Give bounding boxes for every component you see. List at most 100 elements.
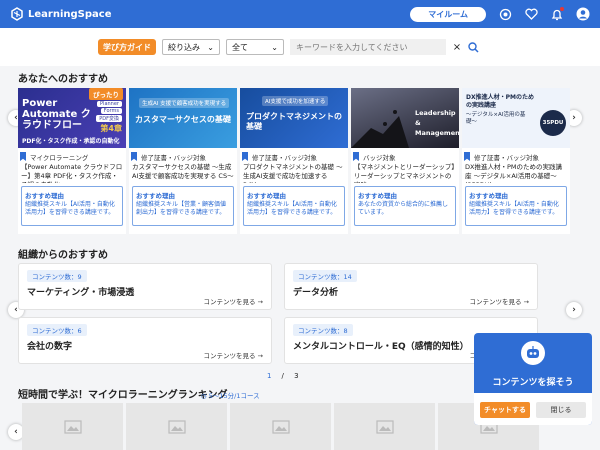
- page-current[interactable]: 1: [267, 372, 271, 380]
- reason-text: 組織推奨スキル【AI活用・自動化活用力】を習得できる講座です。: [469, 201, 559, 216]
- ranking-title: 短時間で学ぶ！マイクロラーニングランキング: [18, 390, 228, 401]
- image-placeholder-icon: [167, 419, 186, 434]
- thumb-subtitle: PDF化・タスク作成・承認の自動化: [22, 138, 120, 145]
- close-chat-button[interactable]: 閉じる: [536, 402, 586, 418]
- chat-assistant-panel: コンテンツを探そう チャットする 閉じる: [474, 333, 592, 425]
- bookmark-icon[interactable]: [131, 152, 137, 161]
- org-next-button[interactable]: ›: [566, 302, 582, 318]
- search-icon[interactable]: [468, 41, 479, 53]
- course-card[interactable]: DX推進人材・PMのための実践講座 〜デジタル×AI活用の基礎〜 35PDU 修…: [462, 88, 570, 234]
- course-title[interactable]: カスタマーサクセスの基礎 〜生成AI支援で顧客成功を実現する CS〜: [129, 163, 237, 183]
- badge-icon[interactable]: [498, 7, 512, 21]
- ranking-thumbnail-placeholder[interactable]: [22, 403, 123, 450]
- org-recommend-grid: コンテンツ数：9 マーケティング・市場浸透 コンテンツを見る → コンテンツ数：…: [18, 263, 542, 367]
- ranking-thumbnail-placeholder[interactable]: [126, 403, 227, 450]
- logo-icon: [11, 7, 23, 21]
- bookmark-icon[interactable]: [353, 152, 359, 161]
- ranking-note: ◷ 5〜15分/1コース: [201, 390, 260, 400]
- course-card[interactable]: Leadership & Management バッジ対象 【マネジメントとリー…: [351, 88, 459, 234]
- filter-select[interactable]: 絞り込み ⌄: [162, 39, 220, 55]
- reason-label: おすすめ理由: [136, 192, 175, 200]
- view-contents-label: コンテンツを見る: [203, 298, 256, 306]
- course-title[interactable]: プロダクトマネジメントの基礎 〜生成AI支援で成功を加速する PdM〜: [240, 163, 348, 183]
- learning-guide-button[interactable]: 学び方ガイド: [98, 39, 156, 55]
- course-tag: 修了証書・バッジ対象: [240, 150, 348, 163]
- view-contents-link[interactable]: コンテンツを見る →: [203, 350, 263, 360]
- recommend-reason: おすすめ理由 組織推奨スキル【AI活用・自動化活用力】を習得できる講座です。: [243, 186, 345, 226]
- reason-label: おすすめ理由: [25, 192, 64, 200]
- thumb-heading: Leadership & Management: [415, 109, 459, 137]
- org-skill-card[interactable]: コンテンツ数：6 会社の数字 コンテンツを見る →: [18, 317, 272, 364]
- org-recommend-title: 組織からのおすすめ: [18, 250, 108, 261]
- course-thumbnail: DX推進人材・PMのための実践講座 〜デジタル×AI活用の基礎〜 35PDU: [462, 88, 570, 148]
- skill-name: マーケティング・市場浸透: [27, 288, 135, 298]
- org-skill-card[interactable]: コンテンツ数：14 データ分析 コンテンツを見る →: [284, 263, 538, 310]
- recommend-carousel: ぴったり Planner Forms PDF変換 Power Automate …: [18, 88, 572, 234]
- category-select[interactable]: 全て ⌄: [226, 39, 284, 55]
- ranking-thumbnail-placeholder[interactable]: [230, 403, 331, 450]
- filter-select-label: 絞り込み: [168, 42, 200, 52]
- keyword-input[interactable]: [290, 39, 446, 55]
- thumb-subtitle: 〜デジタル×AI活用の基礎〜: [466, 112, 526, 125]
- course-thumbnail: AI支援で成功を加速する プロダクトマネジメントの基礎: [240, 88, 348, 148]
- thumb-heading: Power Automate クラウドフロー: [22, 98, 91, 131]
- reason-label: おすすめ理由: [247, 192, 286, 200]
- content-count-badge: コンテンツ数：14: [293, 270, 357, 282]
- course-title[interactable]: DX推進人材・PMのための実践講座 〜デジタル×AI活用の基礎〜(35PDU): [462, 163, 570, 183]
- course-card[interactable]: ぴったり Planner Forms PDF変換 Power Automate …: [18, 88, 126, 234]
- clear-icon[interactable]: ×: [452, 42, 462, 53]
- course-title[interactable]: 【Power Automate クラウドフロー】第4章 PDF化・タスク作成・承…: [18, 163, 126, 183]
- image-placeholder-icon: [63, 419, 82, 434]
- ranking-thumbnail-placeholder[interactable]: [334, 403, 435, 450]
- bookmark-icon[interactable]: [20, 152, 26, 161]
- heart-icon[interactable]: [524, 7, 538, 21]
- page-total[interactable]: 3: [294, 372, 298, 380]
- recommend-reason: おすすめ理由 あなたの資質から総合的に推薦しています。: [354, 186, 456, 226]
- chevron-down-icon: ⌄: [207, 42, 214, 52]
- course-tag: バッジ対象: [351, 150, 459, 163]
- course-card[interactable]: 生成AI 支援で顧客成功を実現する カスタマーサクセスの基礎 修了証書・バッジ対…: [129, 88, 237, 234]
- bell-icon[interactable]: [550, 7, 564, 21]
- thumb-heading: プロダクトマネジメントの基礎: [246, 112, 342, 131]
- start-chat-button[interactable]: チャットする: [480, 402, 530, 418]
- thumb-heading: カスタマーサクセスの基礎: [135, 115, 231, 124]
- recommend-reason: おすすめ理由 組織推奨スキル【AI活用・自動化活用力】を習得できる講座です。: [21, 186, 123, 226]
- view-contents-label: コンテンツを見る: [469, 298, 522, 306]
- thumb-heading: DX推進人材・PMのための実践講座: [466, 94, 534, 109]
- recommend-title: あなたへのおすすめ: [18, 74, 108, 85]
- course-title[interactable]: 【マネジメントとリーダーシップ】リーダーシップとマネジメントの実践…: [351, 163, 459, 183]
- view-contents-label: コンテンツを見る: [203, 352, 256, 360]
- skill-name: データ分析: [293, 288, 339, 298]
- ranking-note-text: 5〜15分/1コース: [208, 392, 260, 400]
- view-contents-link[interactable]: コンテンツを見る →: [469, 296, 529, 306]
- reason-text: 組織推奨スキル【営業・顧客価値創出力】を習得できる講座です。: [136, 201, 227, 216]
- org-skill-card[interactable]: コンテンツ数：9 マーケティング・市場浸透 コンテンツを見る →: [18, 263, 272, 310]
- thumb-chip: Planner: [97, 101, 122, 107]
- reason-text: 組織推奨スキル【AI活用・自動化活用力】を習得できる講座です。: [247, 201, 337, 216]
- notification-dot: [560, 7, 564, 11]
- bookmark-icon[interactable]: [464, 152, 470, 161]
- image-placeholder-icon: [375, 419, 394, 434]
- thumb-chip: Forms: [100, 108, 122, 114]
- skill-name: メンタルコントロール・EQ（感情的知性）: [293, 342, 469, 352]
- course-tag-label: 修了証書・バッジ対象: [474, 153, 539, 162]
- thumb-subtitle: 生成AI 支援で顧客成功を実現する: [139, 98, 230, 108]
- course-thumbnail: 生成AI 支援で顧客成功を実現する カスタマーサクセスの基礎: [129, 88, 237, 148]
- myroom-button[interactable]: マイルーム: [410, 6, 486, 22]
- course-thumbnail: Leadership & Management: [351, 88, 459, 148]
- thumb-chip: PDF変換: [96, 115, 122, 122]
- user-avatar-icon[interactable]: [576, 7, 590, 21]
- view-contents-link[interactable]: コンテンツを見る →: [203, 296, 263, 306]
- top-header: LearningSpace マイルーム: [0, 0, 600, 28]
- recommend-reason: おすすめ理由 組織推奨スキル【AI活用・自動化活用力】を習得できる講座です。: [465, 186, 567, 226]
- course-card[interactable]: AI支援で成功を加速する プロダクトマネジメントの基礎 修了証書・バッジ対象 プ…: [240, 88, 348, 234]
- thumb-badge: 35PDU: [540, 110, 566, 136]
- thumb-badge: ぴったり: [89, 88, 123, 100]
- logo[interactable]: LearningSpace: [10, 7, 111, 21]
- bookmark-icon[interactable]: [242, 152, 248, 161]
- clock-icon: ◷: [201, 392, 207, 400]
- category-select-value: 全て: [232, 42, 248, 52]
- reason-text: あなたの資質から総合的に推薦しています。: [358, 201, 449, 216]
- course-tag-label: 修了証書・バッジ対象: [252, 153, 317, 162]
- content-count-badge: コンテンツ数：8: [293, 324, 353, 336]
